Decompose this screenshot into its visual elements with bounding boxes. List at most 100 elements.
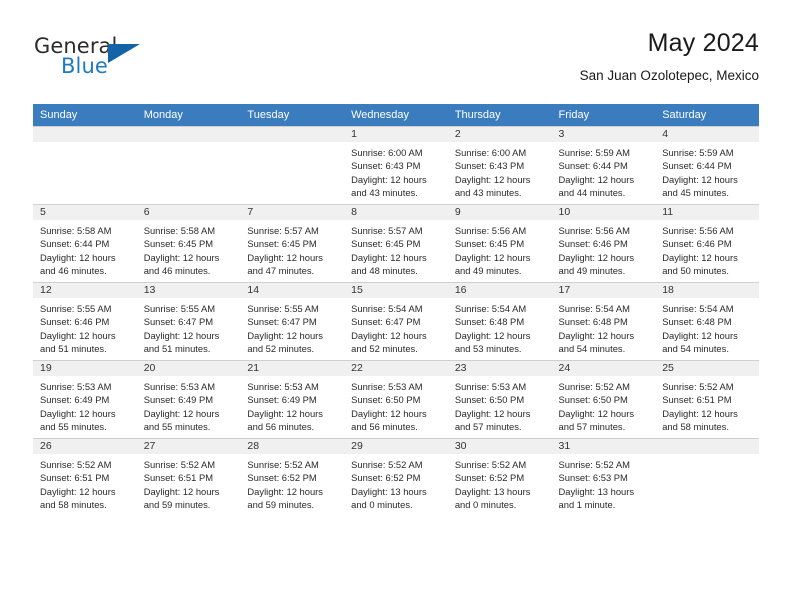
page-subtitle: San Juan Ozolotepec, Mexico bbox=[579, 68, 759, 83]
daylight-text-line1: Daylight: 12 hours bbox=[454, 329, 531, 341]
calendar-cell-inner: 29 Sunrise: 5:52 AM Sunset: 6:52 PM Dayligh… bbox=[344, 438, 448, 516]
calendar-day-cell[interactable]: 17 Sunrise: 5:54 AM Sunset: 6:48 PM Dayligh… bbox=[551, 282, 656, 360]
daylight-text-line2: and 51 minutes. bbox=[40, 343, 107, 355]
calendar-day-cell[interactable]: 7 Sunrise: 5:57 AM Sunset: 6:45 PM Daylight… bbox=[240, 204, 345, 282]
calendar-day-cell[interactable]: 27 Sunrise: 5:52 AM Sunset: 6:51 PM Dayligh… bbox=[136, 438, 241, 516]
sunrise-text: Sunrise: 5:52 AM bbox=[247, 459, 319, 470]
daylight-text-line2: and 0 minutes. bbox=[351, 499, 413, 511]
calendar-cell-inner: 23 Sunrise: 5:53 AM Sunset: 6:50 PM Dayligh… bbox=[447, 360, 552, 438]
daylight-text-line2: and 55 minutes. bbox=[143, 421, 211, 433]
calendar-day-cell[interactable]: 11 Sunrise: 5:56 AM Sunset: 6:46 PM Dayligh… bbox=[655, 204, 759, 282]
calendar-cell-inner: 1 Sunrise: 6:00 AM Sunset: 6:43 PM Daylight… bbox=[344, 126, 448, 204]
calendar-cell-inner: 31 Sunrise: 5:52 AM Sunset: 6:53 PM Dayligh… bbox=[551, 438, 656, 516]
daylight-text-line1: Daylight: 13 hours bbox=[558, 485, 635, 497]
sunrise-text: Sunrise: 5:52 AM bbox=[351, 459, 423, 470]
sunrise-text: Sunrise: 5:52 AM bbox=[454, 459, 527, 470]
page-title: May 2024 bbox=[647, 29, 759, 57]
calendar-day-cell[interactable]: 28 Sunrise: 5:52 AM Sunset: 6:52 PM Dayligh… bbox=[240, 438, 345, 516]
calendar-cell-inner: 9 Sunrise: 5:56 AM Sunset: 6:45 PM Daylight… bbox=[447, 204, 552, 282]
sunset-text: Sunset: 6:51 PM bbox=[143, 472, 214, 484]
sunset-text: Sunset: 6:44 PM bbox=[558, 160, 628, 172]
day-details: Sunrise: 5:53 AM Sunset: 6:49 PM Daylight:… bbox=[137, 376, 241, 434]
day-details: Sunrise: 6:00 AM Sunset: 6:43 PM Daylight:… bbox=[344, 142, 448, 200]
weekday-header-wednesday: Wednesday bbox=[344, 104, 448, 126]
calendar-day-cell[interactable]: 20 Sunrise: 5:53 AM Sunset: 6:49 PM Dayligh… bbox=[136, 360, 241, 438]
day-details: Sunrise: 5:53 AM Sunset: 6:49 PM Daylight:… bbox=[33, 376, 137, 434]
calendar-day-cell[interactable]: 10 Sunrise: 5:56 AM Sunset: 6:46 PM Dayligh… bbox=[551, 204, 656, 282]
brand-logo[interactable]: General Blue bbox=[33, 34, 233, 88]
weekday-header-sunday: Sunday bbox=[33, 104, 137, 126]
calendar-day-cell[interactable]: 29 Sunrise: 5:52 AM Sunset: 6:52 PM Dayligh… bbox=[344, 438, 448, 516]
day-number: 10 bbox=[551, 204, 656, 220]
day-number: 24 bbox=[551, 360, 656, 376]
calendar-day-cell[interactable]: 13 Sunrise: 5:55 AM Sunset: 6:47 PM Dayligh… bbox=[136, 282, 241, 360]
calendar-day-cell[interactable]: 5 Sunrise: 5:58 AM Sunset: 6:44 PM Daylight… bbox=[33, 204, 137, 282]
calendar-day-cell[interactable]: 30 Sunrise: 5:52 AM Sunset: 6:52 PM Dayligh… bbox=[447, 438, 552, 516]
daylight-text-line1: Daylight: 12 hours bbox=[351, 407, 427, 419]
calendar-day-cell[interactable]: 25 Sunrise: 5:52 AM Sunset: 6:51 PM Dayligh… bbox=[655, 360, 759, 438]
sunrise-text: Sunrise: 5:59 AM bbox=[662, 147, 734, 158]
calendar-day-cell[interactable]: 1 Sunrise: 6:00 AM Sunset: 6:43 PM Daylight… bbox=[344, 126, 448, 204]
calendar-cell-inner: 26 Sunrise: 5:52 AM Sunset: 6:51 PM Dayligh… bbox=[33, 438, 137, 516]
calendar-cell-inner: 24 Sunrise: 5:52 AM Sunset: 6:50 PM Dayligh… bbox=[551, 360, 656, 438]
day-number: 9 bbox=[447, 204, 552, 220]
calendar-day-cell[interactable]: 19 Sunrise: 5:53 AM Sunset: 6:49 PM Dayligh… bbox=[33, 360, 137, 438]
calendar-day-cell[interactable]: 31 Sunrise: 5:52 AM Sunset: 6:53 PM Dayligh… bbox=[551, 438, 656, 516]
sunrise-text: Sunrise: 5:54 AM bbox=[351, 303, 423, 314]
sunset-text: Sunset: 6:47 PM bbox=[143, 316, 214, 328]
calendar-day-cell[interactable]: 16 Sunrise: 5:54 AM Sunset: 6:48 PM Dayligh… bbox=[447, 282, 552, 360]
sunset-text: Sunset: 6:43 PM bbox=[454, 160, 525, 172]
calendar-day-cell[interactable]: 9 Sunrise: 5:56 AM Sunset: 6:45 PM Daylight… bbox=[447, 204, 552, 282]
calendar-week-row: 5 Sunrise: 5:58 AM Sunset: 6:44 PM Daylight… bbox=[33, 204, 759, 282]
daylight-text-line1: Daylight: 12 hours bbox=[143, 251, 220, 263]
calendar-day-cell[interactable]: 4 Sunrise: 5:59 AM Sunset: 6:44 PM Daylight… bbox=[655, 126, 759, 204]
calendar-cell-inner: 15 Sunrise: 5:54 AM Sunset: 6:47 PM Dayligh… bbox=[344, 282, 448, 360]
day-number: 13 bbox=[136, 282, 241, 298]
calendar-day-cell[interactable]: 18 Sunrise: 5:54 AM Sunset: 6:48 PM Dayligh… bbox=[655, 282, 759, 360]
calendar-day-cell[interactable]: 15 Sunrise: 5:54 AM Sunset: 6:47 PM Dayligh… bbox=[344, 282, 448, 360]
calendar-day-cell[interactable]: 6 Sunrise: 5:58 AM Sunset: 6:45 PM Daylight… bbox=[136, 204, 241, 282]
calendar-day-cell[interactable]: 22 Sunrise: 5:53 AM Sunset: 6:50 PM Dayligh… bbox=[344, 360, 448, 438]
day-details: Sunrise: 5:52 AM Sunset: 6:52 PM Daylight:… bbox=[344, 454, 448, 512]
day-number: 2 bbox=[447, 126, 552, 142]
daylight-text-line2: and 57 minutes. bbox=[454, 421, 522, 433]
calendar-cell-inner: 8 Sunrise: 5:57 AM Sunset: 6:45 PM Daylight… bbox=[344, 204, 448, 282]
calendar-day-cell[interactable]: 14 Sunrise: 5:55 AM Sunset: 6:47 PM Dayligh… bbox=[240, 282, 345, 360]
daylight-text-line1: Daylight: 12 hours bbox=[662, 407, 738, 419]
sunset-text: Sunset: 6:45 PM bbox=[351, 238, 421, 250]
calendar-day-cell[interactable]: 3 Sunrise: 5:59 AM Sunset: 6:44 PM Daylight… bbox=[551, 126, 656, 204]
daylight-text-line1: Daylight: 12 hours bbox=[40, 251, 116, 263]
sunset-text: Sunset: 6:51 PM bbox=[662, 394, 732, 406]
sunset-text: Sunset: 6:50 PM bbox=[454, 394, 525, 406]
calendar-cell-inner: 19 Sunrise: 5:53 AM Sunset: 6:49 PM Dayligh… bbox=[33, 360, 137, 438]
sunrise-text: Sunrise: 5:55 AM bbox=[143, 303, 216, 314]
day-details: Sunrise: 5:53 AM Sunset: 6:50 PM Daylight:… bbox=[344, 376, 448, 434]
calendar-cell-inner: 10 Sunrise: 5:56 AM Sunset: 6:46 PM Dayligh… bbox=[551, 204, 656, 282]
calendar-cell-inner bbox=[136, 126, 241, 204]
day-number: 23 bbox=[447, 360, 552, 376]
calendar-day-cell[interactable]: 23 Sunrise: 5:53 AM Sunset: 6:50 PM Dayligh… bbox=[447, 360, 552, 438]
daylight-text-line1: Daylight: 12 hours bbox=[351, 329, 427, 341]
daylight-text-line1: Daylight: 12 hours bbox=[662, 251, 738, 263]
daylight-text-line2: and 49 minutes. bbox=[454, 265, 522, 277]
daylight-text-line2: and 45 minutes. bbox=[662, 187, 729, 199]
day-number: 20 bbox=[136, 360, 241, 376]
calendar-cell-inner: 21 Sunrise: 5:53 AM Sunset: 6:49 PM Dayligh… bbox=[240, 360, 345, 438]
day-details: Sunrise: 5:54 AM Sunset: 6:47 PM Daylight:… bbox=[344, 298, 448, 356]
daylight-text-line2: and 47 minutes. bbox=[247, 265, 315, 277]
calendar-day-cell[interactable]: 2 Sunrise: 6:00 AM Sunset: 6:43 PM Daylight… bbox=[447, 126, 552, 204]
calendar-cell-inner: 5 Sunrise: 5:58 AM Sunset: 6:44 PM Daylight… bbox=[33, 204, 137, 282]
daylight-text-line1: Daylight: 13 hours bbox=[351, 485, 427, 497]
daylight-text-line1: Daylight: 12 hours bbox=[351, 251, 427, 263]
calendar-day-cell[interactable]: 24 Sunrise: 5:52 AM Sunset: 6:50 PM Dayligh… bbox=[551, 360, 656, 438]
calendar-day-cell[interactable]: 8 Sunrise: 5:57 AM Sunset: 6:45 PM Daylight… bbox=[344, 204, 448, 282]
day-details: Sunrise: 5:52 AM Sunset: 6:51 PM Daylight:… bbox=[655, 376, 759, 434]
weekday-header-monday: Monday bbox=[136, 104, 241, 126]
calendar-cell-inner bbox=[240, 126, 345, 204]
calendar-day-cell[interactable]: 26 Sunrise: 5:52 AM Sunset: 6:51 PM Dayligh… bbox=[33, 438, 137, 516]
weekday-header-friday: Friday bbox=[551, 104, 656, 126]
calendar-day-cell[interactable]: 21 Sunrise: 5:53 AM Sunset: 6:49 PM Dayligh… bbox=[240, 360, 345, 438]
calendar-day-cell[interactable]: 12 Sunrise: 5:55 AM Sunset: 6:46 PM Dayligh… bbox=[33, 282, 137, 360]
day-number: 6 bbox=[136, 204, 241, 220]
sunrise-text: Sunrise: 5:52 AM bbox=[662, 381, 734, 392]
